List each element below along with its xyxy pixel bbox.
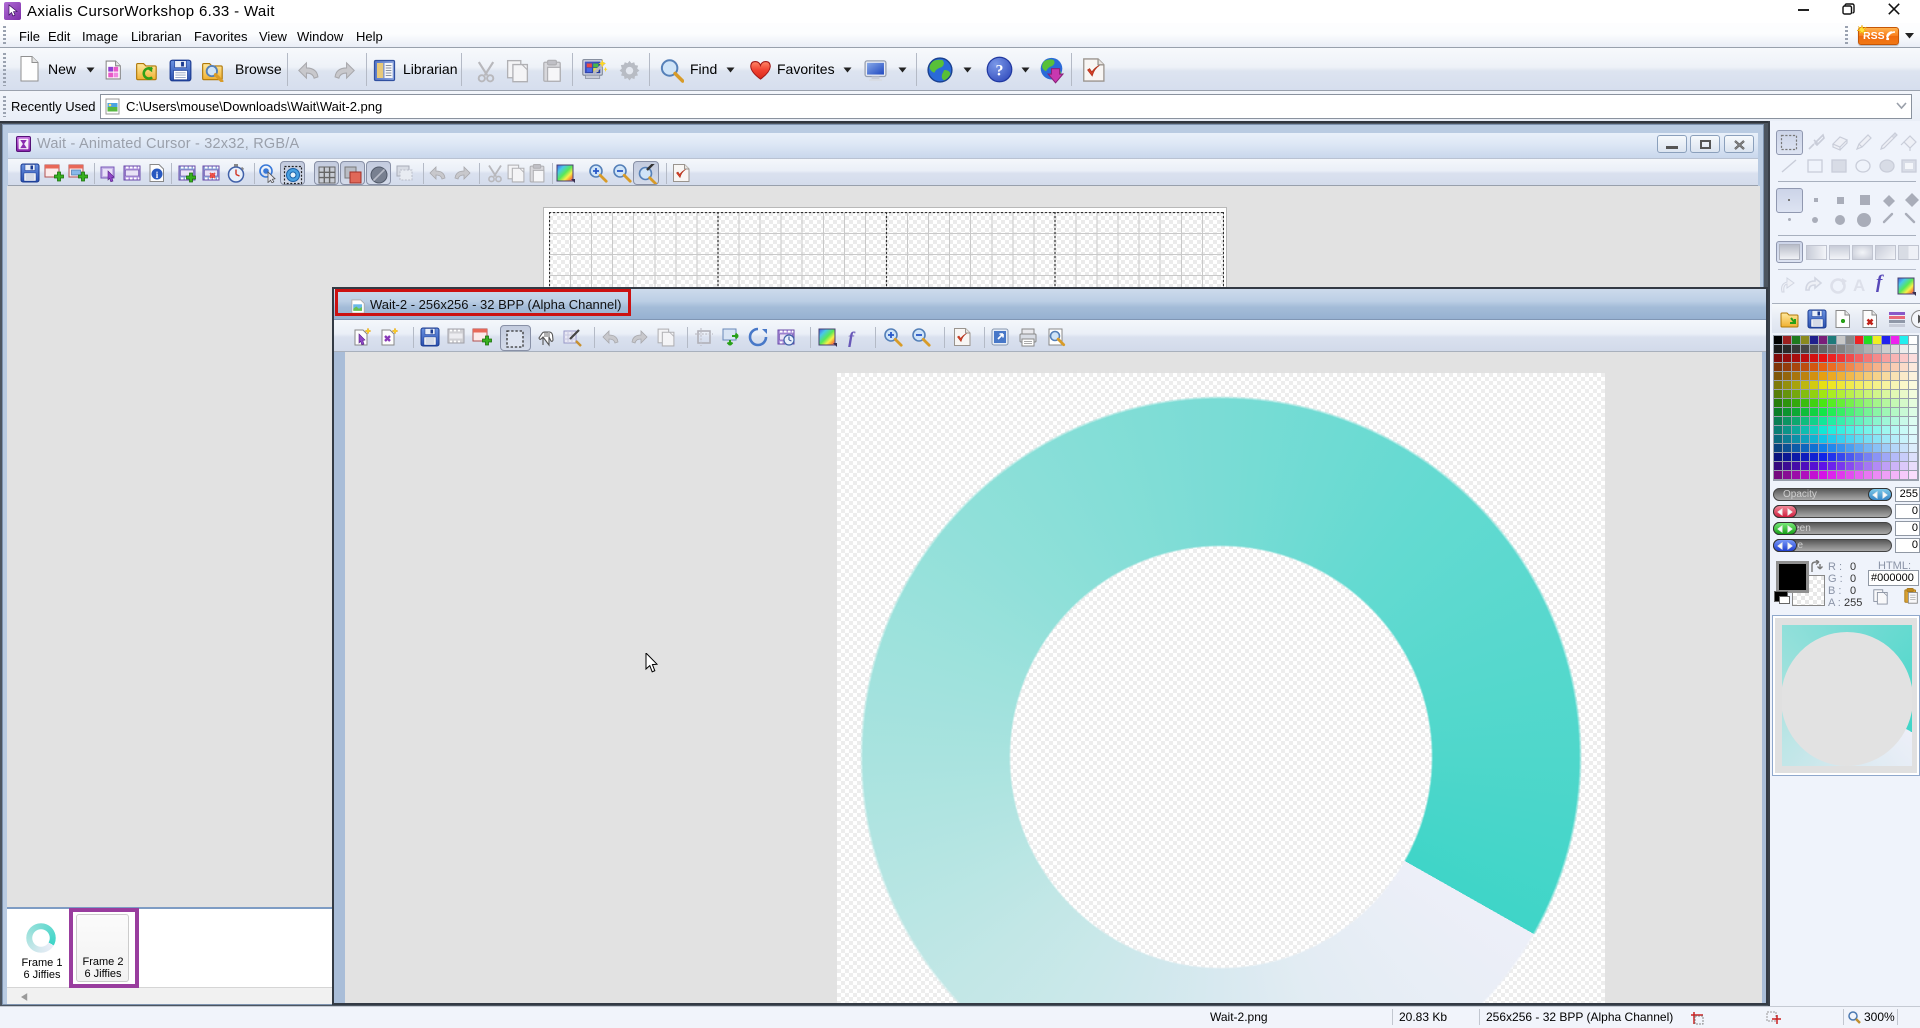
svg-text:?: ?: [996, 63, 1004, 80]
svg-text:f: f: [848, 328, 856, 347]
